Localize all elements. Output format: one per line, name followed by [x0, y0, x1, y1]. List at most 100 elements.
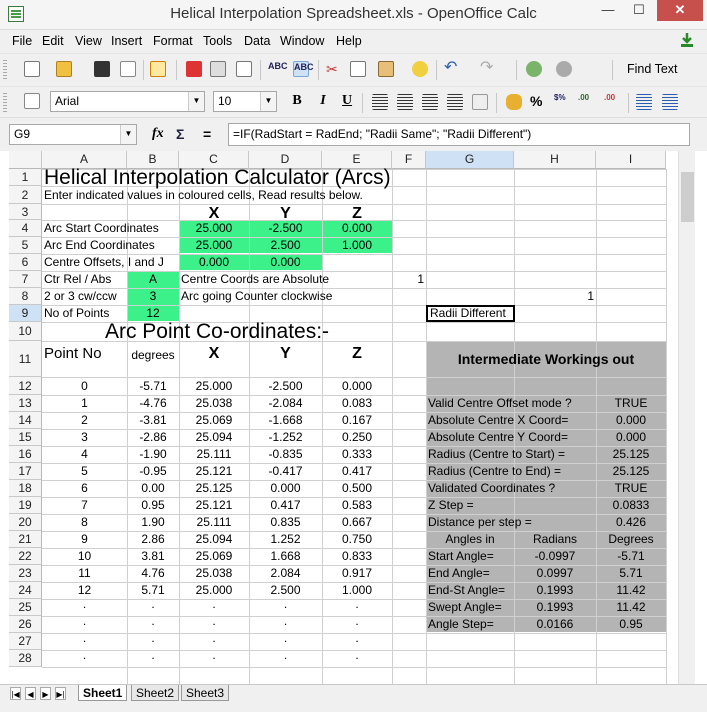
undo-icon[interactable]: ↶ [444, 60, 460, 77]
row-header-3[interactable]: 3 [9, 204, 42, 220]
row-header-5[interactable]: 5 [9, 237, 42, 254]
column-header-h[interactable]: H [514, 151, 596, 169]
row-header-19[interactable]: 19 [9, 497, 42, 514]
merge-cells-icon[interactable] [472, 94, 488, 110]
currency-format-icon[interactable] [506, 94, 522, 110]
gallery-icon[interactable] [556, 61, 572, 77]
row-header-22[interactable]: 22 [9, 548, 42, 565]
close-button[interactable]: ✕ [657, 0, 703, 21]
print-icon[interactable] [210, 61, 226, 77]
row-header-14[interactable]: 14 [9, 412, 42, 429]
menu-edit[interactable]: Edit [42, 34, 64, 48]
menu-tools[interactable]: Tools [203, 34, 232, 48]
clone-formatting-icon[interactable] [412, 61, 428, 77]
styles-formatting-icon[interactable] [24, 93, 40, 109]
tab-sheet3[interactable]: Sheet3 [181, 685, 230, 701]
menu-view[interactable]: View [75, 34, 102, 48]
row-header-7[interactable]: 7 [9, 271, 42, 288]
standard-format-icon[interactable]: $% [554, 93, 570, 109]
row-header-11[interactable]: 11 [9, 341, 42, 377]
decrease-indent-icon[interactable] [636, 94, 652, 110]
prev-sheet-icon[interactable]: ◀ [25, 687, 36, 700]
row-header-15[interactable]: 15 [9, 429, 42, 446]
email-icon[interactable] [120, 61, 136, 77]
column-header-i[interactable]: I [596, 151, 666, 169]
row-header-9[interactable]: 9 [9, 305, 42, 322]
redo-icon[interactable]: ↷ [480, 60, 496, 77]
chevron-down-icon[interactable]: ▼ [120, 125, 136, 144]
menu-format[interactable]: Format [153, 34, 193, 48]
row-header-10[interactable]: 10 [9, 322, 42, 341]
bold-button[interactable]: B [288, 93, 306, 109]
export-pdf-icon[interactable] [186, 61, 202, 77]
edit-file-icon[interactable] [150, 61, 166, 77]
menu-insert[interactable]: Insert [111, 34, 142, 48]
menu-help[interactable]: Help [336, 34, 362, 48]
menu-window[interactable]: Window [280, 34, 324, 48]
row-header-21[interactable]: 21 [9, 531, 42, 548]
tab-sheet2[interactable]: Sheet2 [131, 685, 180, 701]
row-header-28[interactable]: 28 [9, 650, 42, 667]
navigator-icon[interactable] [526, 61, 542, 77]
font-size-select[interactable]: 10 ▼ [213, 91, 277, 112]
sum-icon[interactable]: Σ [176, 126, 184, 142]
copy-icon[interactable] [350, 61, 366, 77]
toolbar-grip[interactable] [3, 93, 7, 113]
row-header-6[interactable]: 6 [9, 254, 42, 271]
row-header-12[interactable]: 12 [9, 377, 42, 395]
autospellcheck-icon[interactable]: ABC [293, 61, 314, 77]
name-box[interactable]: G9 ▼ [9, 124, 137, 145]
open-folder-icon[interactable] [56, 61, 72, 77]
menu-file[interactable]: File [12, 34, 32, 48]
row-header-13[interactable]: 13 [9, 395, 42, 412]
save-icon[interactable] [94, 61, 110, 77]
row-header-17[interactable]: 17 [9, 463, 42, 480]
row-header-25[interactable]: 25 [9, 599, 42, 616]
percent-format-icon[interactable]: % [530, 93, 546, 109]
delete-decimal-icon[interactable]: .00 [604, 93, 620, 109]
download-update-icon[interactable] [679, 32, 695, 48]
row-header-18[interactable]: 18 [9, 480, 42, 497]
row-header-20[interactable]: 20 [9, 514, 42, 531]
row-header-24[interactable]: 24 [9, 582, 42, 599]
cut-icon[interactable]: ✂ [326, 61, 342, 77]
first-sheet-icon[interactable]: |◀ [10, 687, 21, 700]
font-name-select[interactable]: Arial ▼ [50, 91, 205, 112]
minimize-button[interactable]: — [594, 0, 622, 21]
toolbar-grip[interactable] [3, 60, 7, 80]
column-header-f[interactable]: F [392, 151, 426, 169]
tab-sheet1[interactable]: Sheet1 [78, 685, 128, 701]
justify-icon[interactable] [447, 94, 463, 110]
find-text-label[interactable]: Find Text [627, 62, 678, 76]
select-all-corner[interactable] [9, 151, 42, 169]
align-center-icon[interactable] [397, 94, 413, 110]
paste-icon[interactable] [378, 61, 394, 77]
page-preview-icon[interactable] [236, 61, 252, 77]
formula-icon[interactable]: = [203, 126, 211, 142]
maximize-button[interactable]: ☐ [625, 0, 653, 21]
row-header-2[interactable]: 2 [9, 186, 42, 204]
row-header-27[interactable]: 27 [9, 633, 42, 650]
underline-button[interactable]: U [338, 93, 356, 109]
scrollbar-thumb[interactable] [681, 172, 694, 222]
row-header-8[interactable]: 8 [9, 288, 42, 305]
row-header-1[interactable]: 1 [9, 169, 42, 186]
align-right-icon[interactable] [422, 94, 438, 110]
increase-indent-icon[interactable] [662, 94, 678, 110]
spellcheck-icon[interactable]: ABC [268, 61, 288, 77]
row-header-23[interactable]: 23 [9, 565, 42, 582]
function-wizard-icon[interactable]: fx [152, 126, 164, 142]
column-header-g[interactable]: G [426, 151, 514, 169]
row-header-26[interactable]: 26 [9, 616, 42, 633]
italic-button[interactable]: I [314, 93, 332, 109]
next-sheet-icon[interactable]: ▶ [40, 687, 51, 700]
chevron-down-icon[interactable]: ▼ [188, 92, 204, 111]
vertical-scrollbar[interactable] [678, 151, 695, 684]
add-decimal-icon[interactable]: .00 [578, 93, 594, 109]
spreadsheet-grid[interactable]: A B C D E F G H I 1 2 3 4 5 6 7 8 9 10 11 12 13 14 15 16 17 18 19 20… [0, 151, 707, 684]
align-left-icon[interactable] [372, 94, 388, 110]
chevron-down-icon[interactable]: ▼ [260, 92, 276, 111]
new-document-icon[interactable] [24, 61, 40, 77]
menu-data[interactable]: Data [244, 34, 270, 48]
row-header-4[interactable]: 4 [9, 220, 42, 237]
